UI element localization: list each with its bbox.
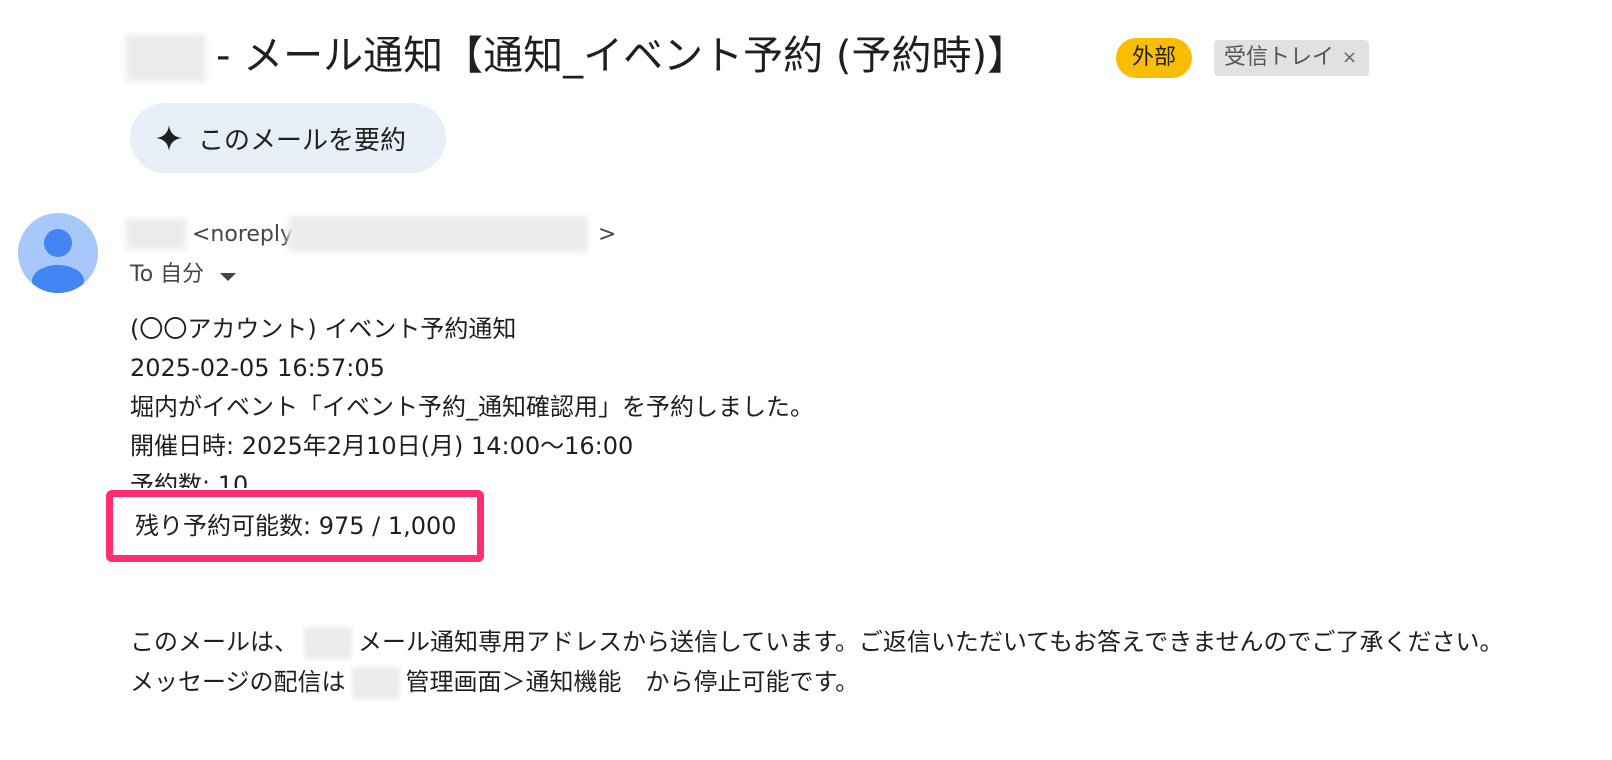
sender-email-prefix: <noreply — [192, 222, 294, 247]
external-badge: 外部 — [1116, 38, 1193, 78]
footer-line2-pre: メッセージの配信は — [130, 668, 346, 696]
email-body: (〇〇アカウント) イベント予約通知 2025-02-05 16:57:05 堀… — [130, 310, 814, 466]
body-line-partial: 予約数: 10 — [130, 471, 249, 488]
footer-line: このメールは、 メール通知専用アドレスから送信しています。ご返信いただいてもお答え… — [130, 622, 1504, 662]
body-line: (〇〇アカウント) イベント予約通知 — [130, 315, 517, 343]
recipient-label: To 自分 — [130, 262, 205, 287]
close-icon[interactable]: × — [1342, 40, 1357, 76]
redacted-brand-name — [304, 627, 352, 659]
summarize-label: このメールを要約 — [198, 125, 407, 156]
inbox-label-text: 受信トレイ — [1224, 45, 1335, 70]
sparkle-icon — [154, 123, 184, 153]
highlight-annotation: 残り予約可能数: 975 / 1,000 — [106, 490, 484, 562]
footer-line1-post: メール通知専用アドレスから送信しています。ご返信いただいてもお答えできませんので… — [358, 628, 1504, 656]
body-line: 2025-02-05 16:57:05 — [130, 354, 385, 382]
person-icon — [18, 213, 98, 293]
email-subject: - メール通知【通知_イベント予約 (予約時)】 — [216, 33, 1028, 79]
summarize-email-button[interactable]: このメールを要約 — [130, 103, 446, 173]
redacted-sender-domain — [288, 216, 588, 252]
avatar[interactable] — [18, 213, 98, 293]
body-line: 堀内がイベント「イベント予約_通知確認用」を予約しました。 — [130, 393, 814, 421]
remaining-capacity-text: 残り予約可能数: 975 / 1,000 — [135, 512, 457, 540]
footer-line1-pre: このメールは、 — [130, 628, 298, 656]
sender-email-suffix: > — [598, 222, 617, 247]
email-footer: このメールは、 メール通知専用アドレスから送信しています。ご返信いただいてもお答え… — [130, 622, 1504, 702]
redacted-sender-name-subject — [126, 34, 206, 82]
inbox-label-chip[interactable]: 受信トレイ × — [1214, 40, 1370, 76]
body-line: 開催日時: 2025年2月10日(月) 14:00〜16:00 — [130, 432, 634, 460]
redacted-sender-name — [126, 218, 186, 250]
footer-line: メッセージの配信は 管理画面＞通知機能 から停止可能です。 — [130, 662, 1504, 702]
recipient-details-toggle[interactable]: To 自分 — [130, 258, 237, 292]
caret-down-icon[interactable] — [220, 273, 237, 281]
footer-line2-post: 管理画面＞通知機能 から停止可能です。 — [405, 668, 860, 696]
redacted-brand-name — [351, 667, 400, 699]
